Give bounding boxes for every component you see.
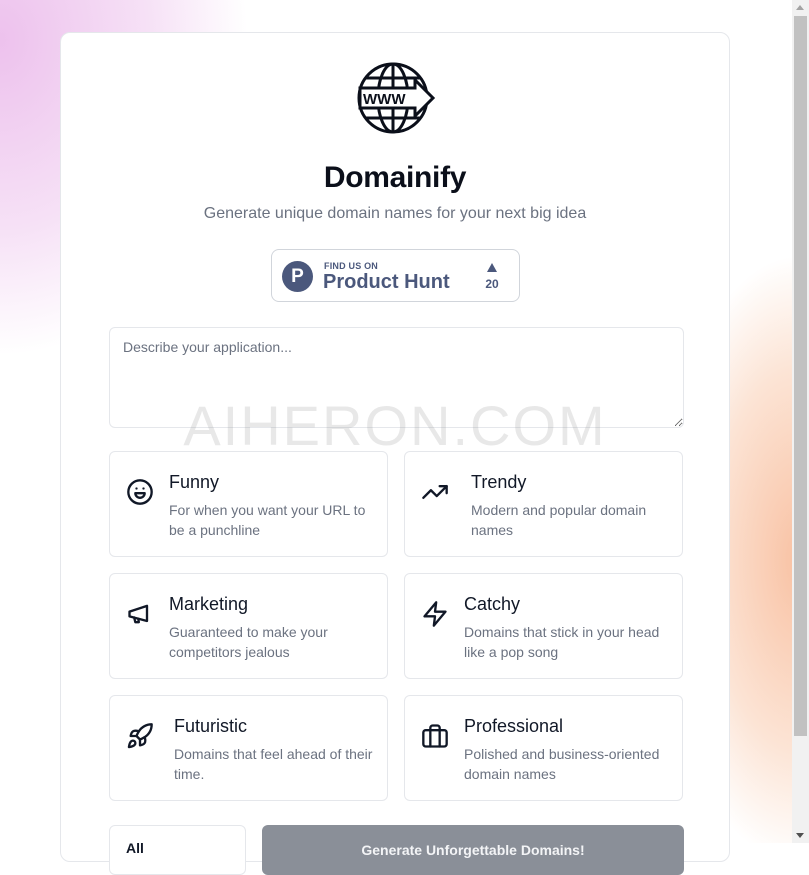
option-description: Domains that feel ahead of their time. — [174, 746, 373, 782]
option-card-professional[interactable]: Professional Polished and business-orien… — [404, 695, 683, 801]
option-title: Trendy — [471, 472, 527, 492]
trending-up-icon — [421, 478, 449, 506]
scrollbar-thumb[interactable] — [794, 16, 807, 736]
generate-button[interactable]: Generate Unforgettable Domains! — [262, 825, 684, 875]
main-card: WWW Domainify Generate unique domain nam… — [60, 32, 730, 875]
briefcase-icon — [421, 722, 449, 750]
upvote-arrow-icon — [487, 263, 497, 272]
option-title: Funny — [169, 472, 220, 492]
option-title: Marketing — [169, 594, 249, 614]
vertical-scrollbar[interactable] — [792, 0, 809, 843]
option-title: Catchy — [464, 594, 521, 614]
option-description: Guaranteed to make your competitors jeal… — [169, 624, 328, 660]
option-card-funny[interactable]: Funny For when you want your URL to be a… — [109, 451, 388, 557]
style-select[interactable]: All — [109, 825, 246, 875]
page-title: Domainify — [323, 161, 467, 194]
rocket-icon — [126, 722, 154, 750]
option-card-trendy[interactable]: Trendy Modern and popular domain names — [404, 451, 683, 557]
upvote-count: 20 — [485, 277, 499, 291]
description-input[interactable] — [109, 327, 684, 428]
smile-icon — [126, 478, 154, 506]
megaphone-icon — [126, 600, 154, 628]
logo-text: WWW — [363, 91, 406, 108]
option-card-futuristic[interactable]: Futuristic Domains that feel ahead of th… — [109, 695, 388, 801]
product-hunt-eyebrow: FIND US ON — [324, 261, 379, 271]
scroll-down-icon[interactable] — [796, 833, 804, 838]
option-description: Domains that stick in your head like a p… — [464, 624, 660, 660]
option-card-marketing[interactable]: Marketing Guaranteed to make your compet… — [109, 573, 388, 679]
option-description: Polished and business-oriented domain na… — [464, 746, 660, 782]
option-title: Futuristic — [174, 716, 248, 736]
style-select-value: All — [126, 840, 144, 856]
page-subtitle: Generate unique domain names for your ne… — [203, 205, 587, 222]
product-hunt-badge[interactable]: P FIND US ON Product Hunt 20 — [271, 249, 520, 302]
product-hunt-name: Product Hunt — [323, 271, 450, 293]
scroll-up-icon[interactable] — [796, 5, 804, 10]
option-card-catchy[interactable]: Catchy Domains that stick in your head l… — [404, 573, 683, 679]
zap-icon — [421, 600, 449, 628]
option-description: For when you want your URL to be a punch… — [169, 502, 366, 538]
option-title: Professional — [464, 716, 564, 736]
globe-www-arrow-icon: WWW — [357, 60, 437, 136]
option-description: Modern and popular domain names — [471, 502, 647, 538]
product-hunt-logo-icon: P — [282, 261, 313, 292]
